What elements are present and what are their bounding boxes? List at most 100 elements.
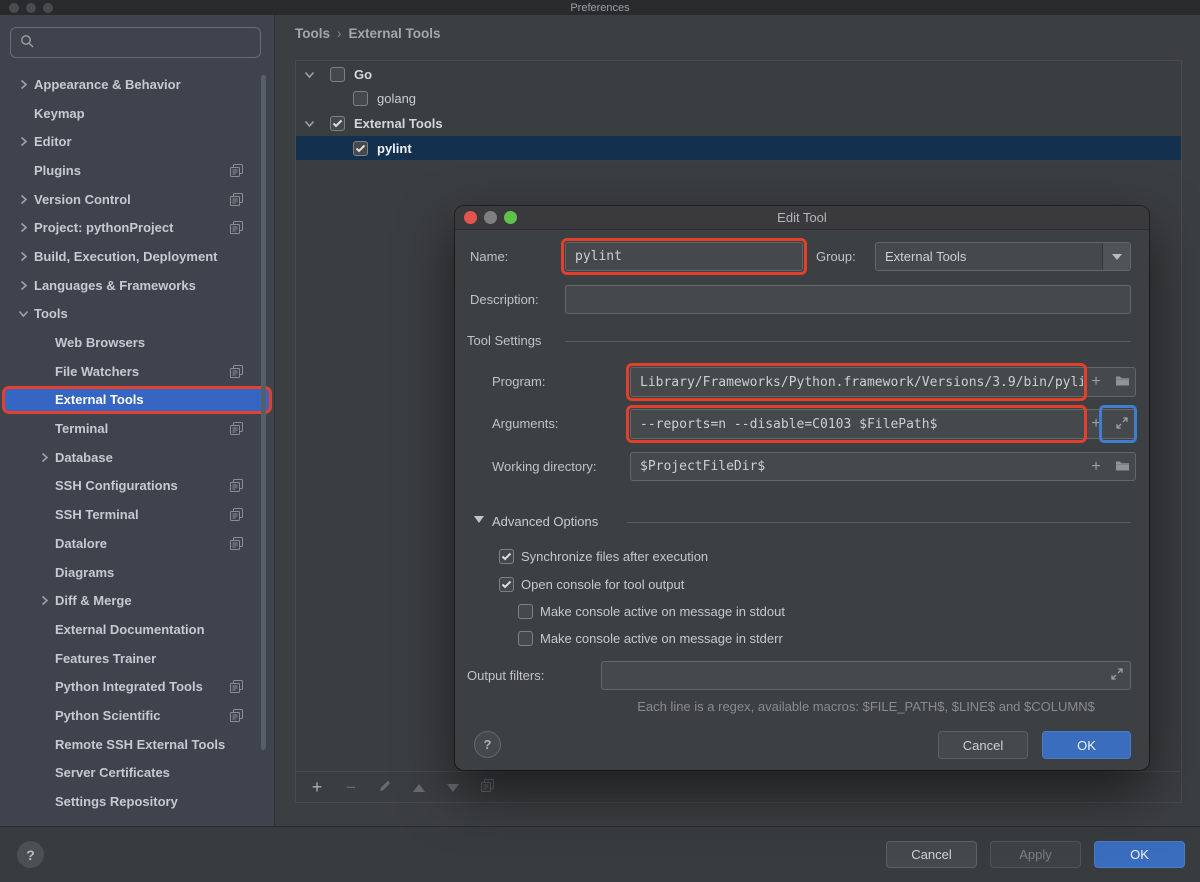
arguments-field[interactable]: --reports=n --disable=C0103 $FilePath$ + xyxy=(630,409,1136,439)
sidebar-item-label: Keymap xyxy=(34,105,85,121)
sidebar-item-database[interactable]: Database xyxy=(0,443,274,472)
chevron-right-icon[interactable] xyxy=(18,280,34,291)
sidebar-item-python-integrated-tools[interactable]: Python Integrated Tools xyxy=(0,672,274,701)
chevron-down-icon[interactable] xyxy=(304,69,318,80)
chevron-right-icon[interactable] xyxy=(39,452,55,463)
checkbox-checked[interactable] xyxy=(499,549,514,565)
chevron-right-icon[interactable] xyxy=(18,251,34,262)
chevron-right-icon[interactable] xyxy=(18,222,34,233)
checkbox-checked[interactable] xyxy=(353,140,368,156)
sidebar-item-keymap[interactable]: Keymap xyxy=(0,99,274,128)
chevron-right-icon[interactable] xyxy=(18,194,34,205)
group-select[interactable]: External Tools xyxy=(875,242,1131,271)
tree-row-golang[interactable]: golang xyxy=(296,87,1181,112)
expand-arguments-button[interactable] xyxy=(1109,416,1135,432)
dialog-ok-button[interactable]: OK xyxy=(1042,731,1131,759)
sidebar-item-label: Web Browsers xyxy=(55,335,146,351)
browse-program-button[interactable] xyxy=(1109,374,1135,390)
breadcrumb-segment-external-tools[interactable]: External Tools xyxy=(349,26,441,41)
search-input[interactable] xyxy=(10,27,261,58)
sidebar-item-version-control[interactable]: Version Control xyxy=(0,185,274,214)
sidebar-item-remote-ssh-external-tools[interactable]: Remote SSH External Tools xyxy=(0,730,274,759)
sidebar-item-tools[interactable]: Tools xyxy=(0,300,274,329)
output-filters-field[interactable] xyxy=(601,661,1131,690)
sidebar-item-project-pythonproject[interactable]: Project: pythonProject xyxy=(0,213,274,242)
option-label[interactable]: Make console active on message in stdout xyxy=(540,604,785,619)
dialog-cancel-button[interactable]: Cancel xyxy=(938,731,1028,759)
name-field[interactable]: pylint xyxy=(565,242,803,271)
working-directory-field[interactable]: $ProjectFileDir$ + xyxy=(630,452,1136,481)
cancel-button[interactable]: Cancel xyxy=(886,841,977,868)
sidebar-item-diff-merge[interactable]: Diff & Merge xyxy=(0,586,274,615)
sidebar-item-python-scientific[interactable]: Python Scientific xyxy=(0,701,274,730)
description-field[interactable] xyxy=(565,285,1131,314)
option-label[interactable]: Make console active on message in stderr xyxy=(540,631,783,646)
insert-macro-button[interactable]: + xyxy=(1083,458,1109,475)
tree-row-external-tools[interactable]: External Tools xyxy=(296,111,1181,136)
sidebar-item-appearance-behavior[interactable]: Appearance & Behavior xyxy=(0,70,274,99)
sidebar-item-ssh-terminal[interactable]: SSH Terminal xyxy=(0,500,274,529)
sidebar-item-build-execution-deployment[interactable]: Build, Execution, Deployment xyxy=(0,242,274,271)
checkbox-unchecked[interactable] xyxy=(518,631,533,647)
working-directory-label: Working directory: xyxy=(492,459,597,474)
collapse-triangle-icon[interactable] xyxy=(474,516,484,523)
sidebar-scrollbar[interactable] xyxy=(261,75,266,750)
remove-icon: − xyxy=(346,777,356,797)
sidebar-item-datalore[interactable]: Datalore xyxy=(0,529,274,558)
move-down-button xyxy=(436,775,470,799)
shared-settings-icon xyxy=(230,364,243,378)
sidebar-item-external-documentation[interactable]: External Documentation xyxy=(0,615,274,644)
tree-row-go[interactable]: Go xyxy=(296,62,1181,87)
shared-settings-icon xyxy=(230,680,243,694)
chevron-right-icon[interactable] xyxy=(39,595,55,606)
ok-button[interactable]: OK xyxy=(1094,841,1185,868)
sidebar-item-server-certificates[interactable]: Server Certificates xyxy=(0,759,274,788)
arguments-value: --reports=n --disable=C0103 $FilePath$ xyxy=(640,416,938,432)
dialog-help-button[interactable]: ? xyxy=(474,731,501,758)
breadcrumb: Tools › External Tools xyxy=(295,26,441,41)
sidebar-item-terminal[interactable]: Terminal xyxy=(0,414,274,443)
option-label[interactable]: Open console for tool output xyxy=(521,577,684,592)
checkbox-unchecked[interactable] xyxy=(353,91,368,107)
sidebar-item-external-tools[interactable]: External Tools xyxy=(2,385,272,415)
sidebar-item-settings-repository[interactable]: Settings Repository xyxy=(0,787,274,816)
checkbox-checked[interactable] xyxy=(330,115,345,131)
sidebar-item-label: External Tools xyxy=(55,392,144,408)
option-label[interactable]: Synchronize files after execution xyxy=(521,549,708,564)
sidebar-item-features-trainer[interactable]: Features Trainer xyxy=(0,644,274,673)
checkbox-checked[interactable] xyxy=(499,576,514,592)
sidebar-item-label: Python Integrated Tools xyxy=(55,679,203,695)
advanced-options-label[interactable]: Advanced Options xyxy=(492,514,598,530)
program-field[interactable]: Library/Frameworks/Python.framework/Vers… xyxy=(630,367,1136,397)
option-row-synchronize-files-after-execution: Synchronize files after execution xyxy=(455,543,1149,570)
sidebar-item-ssh-configurations[interactable]: SSH Configurations xyxy=(0,472,274,501)
help-button[interactable]: ? xyxy=(17,841,44,868)
edit-tool-dialog: Edit Tool Name: pylint Group: External T… xyxy=(455,206,1149,770)
tree-row-label: Go xyxy=(354,66,373,82)
chevron-right-icon[interactable] xyxy=(18,136,34,147)
expand-output-filters-button[interactable] xyxy=(1104,668,1130,683)
chevron-down-icon[interactable] xyxy=(1102,243,1130,270)
sidebar-item-label: SSH Terminal xyxy=(55,507,139,523)
sidebar-item-file-watchers[interactable]: File Watchers xyxy=(0,357,274,386)
shared-settings-icon xyxy=(230,708,243,722)
footer-bar: ? Cancel Apply OK xyxy=(0,826,1200,882)
search-icon xyxy=(20,34,35,52)
add-button[interactable]: + xyxy=(300,775,334,799)
checkbox-unchecked[interactable] xyxy=(518,603,533,619)
sidebar-item-editor[interactable]: Editor xyxy=(0,127,274,156)
browse-directory-button[interactable] xyxy=(1109,459,1135,475)
chevron-right-icon[interactable] xyxy=(18,79,34,90)
tree-row-pylint[interactable]: pylint xyxy=(296,135,1181,161)
chevron-down-icon[interactable] xyxy=(304,118,318,129)
insert-macro-button[interactable]: + xyxy=(1083,374,1109,390)
sidebar-item-diagrams[interactable]: Diagrams xyxy=(0,558,274,587)
sidebar-item-plugins[interactable]: Plugins xyxy=(0,156,274,185)
chevron-down-icon[interactable] xyxy=(18,308,34,319)
breadcrumb-segment-tools[interactable]: Tools xyxy=(295,26,330,41)
sidebar-item-languages-frameworks[interactable]: Languages & Frameworks xyxy=(0,271,274,300)
move-up-icon xyxy=(413,780,425,795)
sidebar-item-web-browsers[interactable]: Web Browsers xyxy=(0,328,274,357)
insert-macro-button[interactable]: + xyxy=(1083,416,1109,432)
checkbox-unchecked[interactable] xyxy=(330,66,345,82)
